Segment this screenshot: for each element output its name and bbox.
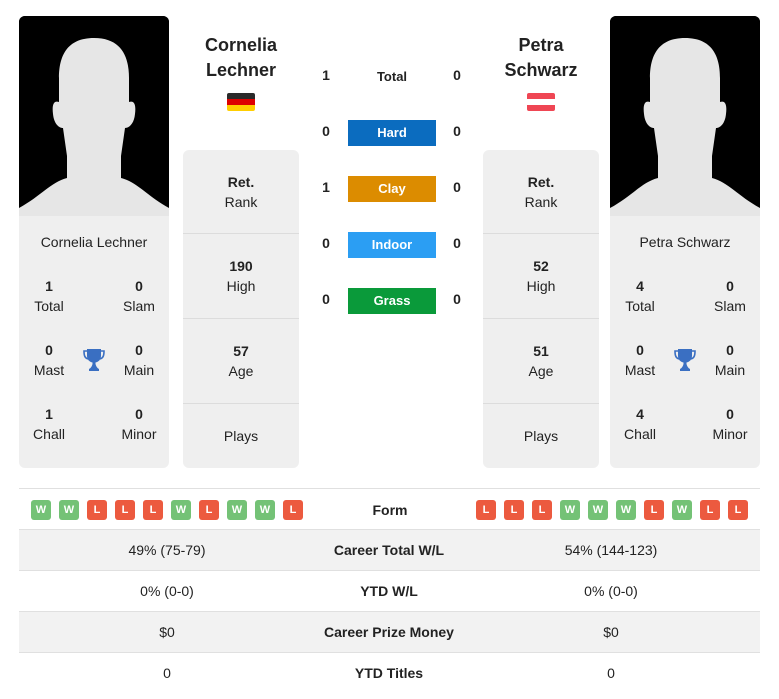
silhouette-icon [610, 16, 760, 216]
stats-row-career-total-wl: 49% (75-79) Career Total W/L 54% (144-12… [19, 530, 760, 571]
player1-info-box: Ret. Rank 190 High 57 Age Plays [183, 150, 299, 468]
player2-titles-chall: 4 Chall [624, 406, 656, 442]
player2-titles-mast: 0 Mast [624, 342, 656, 378]
player2-titles-minor: 0 Minor [712, 406, 748, 442]
trophy-icon [82, 347, 106, 373]
player2-titles-card: Petra Schwarz 4 Total 0 Slam 0 Mast 0 Ma… [610, 216, 760, 468]
form-loss-badge[interactable]: L [532, 500, 552, 520]
trophy-icon [673, 347, 697, 373]
form-loss-badge[interactable]: L [115, 500, 135, 520]
h2h-clay-p2: 0 [453, 179, 461, 195]
austria-flag-icon [527, 93, 555, 111]
player2-titles-main: 0 Main [714, 342, 746, 378]
player1-titles-main: 0 Main [123, 342, 155, 378]
player1-titles-chall: 1 Chall [33, 406, 65, 442]
stats-row-career-prize-money: $0 Career Prize Money $0 [19, 612, 760, 653]
form-loss-badge[interactable]: L [143, 500, 163, 520]
player1-card-name: Cornelia Lechner [40, 234, 148, 250]
silhouette-icon [19, 16, 169, 216]
h2h-grass-p2: 0 [453, 291, 461, 307]
form-loss-badge[interactable]: L [644, 500, 664, 520]
stats-row-ytd-wl: 0% (0-0) YTD W/L 0% (0-0) [140, 583, 638, 599]
player1-name[interactable]: Cornelia Lechner [183, 33, 299, 83]
player1-titles-minor: 0 Minor [121, 406, 157, 442]
player2-age: 51 Age [528, 343, 554, 379]
germany-flag-icon [227, 93, 255, 111]
form-win-badge[interactable]: W [227, 500, 247, 520]
player1-high: 190 High [226, 258, 256, 294]
player1-titles-mast: 0 Mast [33, 342, 65, 378]
player2-info-box: Ret. Rank 52 High 51 Age Plays [483, 150, 599, 468]
h2h-clay-p1: 1 [322, 179, 330, 195]
player2-photo [610, 16, 760, 216]
form-win-badge[interactable]: W [171, 500, 191, 520]
player1-titles-total: 1 Total [34, 278, 64, 314]
stats-row-ytd-titles: 0 YTD Titles 0 [163, 665, 615, 681]
h2h-hard-p1: 0 [322, 123, 330, 139]
form-win-badge[interactable]: W [59, 500, 79, 520]
form-win-badge[interactable]: W [560, 500, 580, 520]
player2-titles-total: 4 Total [625, 278, 655, 314]
h2h-indoor-p1: 0 [322, 235, 330, 251]
h2h-indoor-p2: 0 [453, 235, 461, 251]
form-loss-badge[interactable]: L [504, 500, 524, 520]
form-loss-badge[interactable]: L [700, 500, 720, 520]
form-loss-badge[interactable]: L [199, 500, 219, 520]
player2-titles-slam: 0 Slam [714, 278, 746, 314]
surface-hard-badge[interactable]: Hard [348, 120, 436, 146]
h2h-total-label: Total [376, 69, 408, 84]
form-win-badge[interactable]: W [672, 500, 692, 520]
player1-rank: Ret. Rank [224, 174, 258, 210]
player1-photo [19, 16, 169, 216]
player2-rank: Ret. Rank [524, 174, 558, 210]
h2h-total-p1: 1 [322, 67, 330, 83]
form-loss-badge[interactable]: L [87, 500, 107, 520]
form-loss-badge[interactable]: L [476, 500, 496, 520]
form-win-badge[interactable]: W [255, 500, 275, 520]
surface-clay-badge[interactable]: Clay [348, 176, 436, 202]
form-win-badge[interactable]: W [31, 500, 51, 520]
player2-plays: Plays [523, 428, 559, 444]
h2h-grass-p1: 0 [322, 291, 330, 307]
player1-form: WWLLLWLWWL [31, 500, 303, 520]
player1-age: 57 Age [228, 343, 254, 379]
player2-card-name: Petra Schwarz [639, 234, 731, 250]
surface-indoor-badge[interactable]: Indoor [348, 232, 436, 258]
divider [19, 488, 760, 489]
surface-grass-badge[interactable]: Grass [348, 288, 436, 314]
form-loss-badge[interactable]: L [728, 500, 748, 520]
h2h-total-p2: 0 [453, 67, 461, 83]
form-loss-badge[interactable]: L [283, 500, 303, 520]
player2-name[interactable]: Petra Schwarz [483, 33, 599, 83]
player2-form: LLLWWWLWLL [476, 500, 748, 520]
player2-high: 52 High [526, 258, 556, 294]
form-win-badge[interactable]: W [616, 500, 636, 520]
player1-titles-slam: 0 Slam [123, 278, 155, 314]
player1-plays: Plays [223, 428, 259, 444]
h2h-hard-p2: 0 [453, 123, 461, 139]
player1-titles-card: Cornelia Lechner 1 Total 0 Slam 0 Mast 0… [19, 216, 169, 468]
form-label: Form [372, 502, 408, 518]
form-win-badge[interactable]: W [588, 500, 608, 520]
